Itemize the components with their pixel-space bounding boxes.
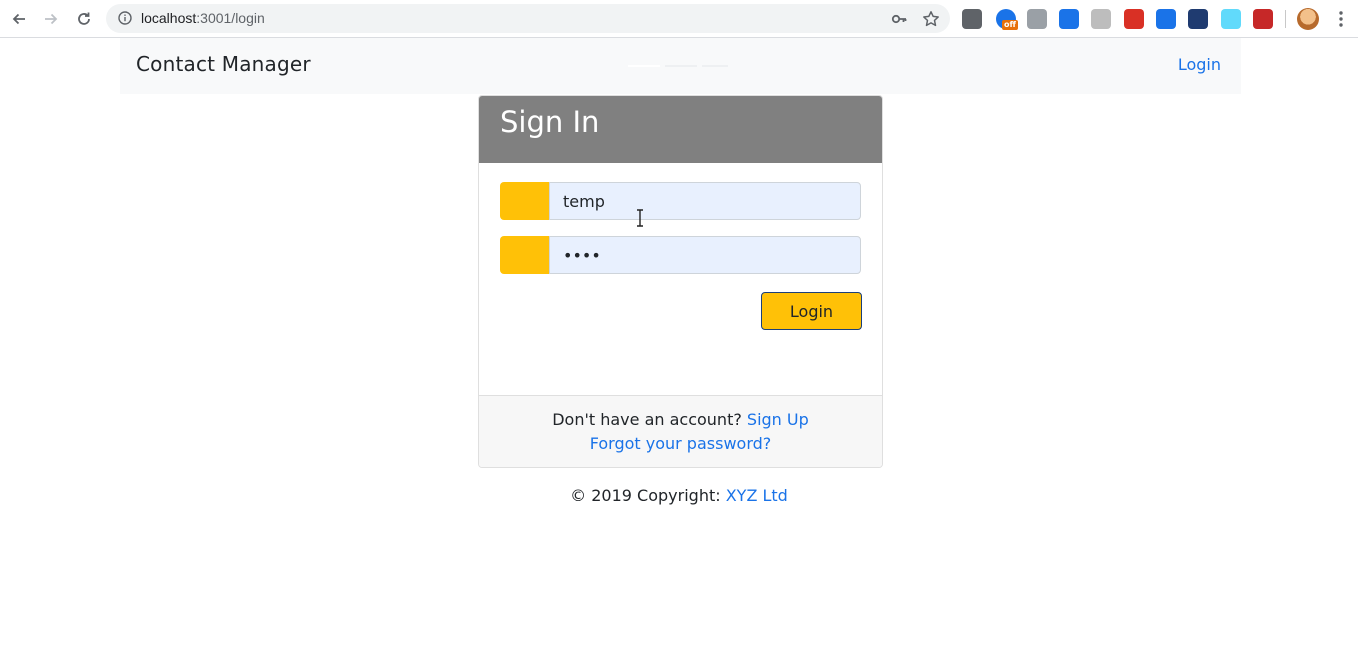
forgot-line: Forgot your password? xyxy=(479,434,882,453)
nav-login-link[interactable]: Login xyxy=(1178,55,1221,74)
signup-prompt: Don't have an account? xyxy=(552,410,747,429)
extension-badge: off xyxy=(1002,20,1018,30)
username-addon xyxy=(500,182,550,220)
url-host: localhost xyxy=(141,10,197,26)
react-extension-icon[interactable] xyxy=(1221,9,1241,29)
key-icon[interactable] xyxy=(891,11,907,27)
reload-icon xyxy=(78,12,90,25)
info-icon[interactable] xyxy=(118,11,132,25)
app-navbar: Contact Manager Login xyxy=(120,38,1241,94)
signup-link[interactable]: Sign Up xyxy=(747,410,809,429)
text-cursor-icon xyxy=(637,209,643,227)
card-title: Sign In xyxy=(500,105,600,139)
profile-avatar[interactable] xyxy=(1297,8,1319,30)
menu-kebab-icon[interactable] xyxy=(1331,10,1351,28)
nav-divider xyxy=(628,65,660,67)
address-bar[interactable]: localhost:3001/login xyxy=(106,4,950,33)
password-field[interactable] xyxy=(549,236,861,274)
signup-line: Don't have an account? Sign Up xyxy=(479,410,882,429)
card-footer: Don't have an account? Sign Up Forgot yo… xyxy=(479,395,882,467)
toolbar-separator xyxy=(1285,10,1286,28)
browser-toolbar: localhost:3001/login off xyxy=(0,0,1358,38)
password-addon xyxy=(500,236,550,274)
nav-divider xyxy=(665,65,697,67)
edge-off-extension-icon[interactable]: off xyxy=(996,9,1018,30)
forward-button[interactable] xyxy=(39,7,63,31)
brand-title[interactable]: Contact Manager xyxy=(136,52,311,76)
forgot-password-link[interactable]: Forgot your password? xyxy=(590,434,772,453)
power-extension-icon[interactable] xyxy=(1027,9,1047,29)
bookmark-star-icon[interactable] xyxy=(922,10,940,28)
username-field[interactable] xyxy=(549,182,861,220)
company-link[interactable]: XYZ Ltd xyxy=(726,486,788,505)
copyright-text: © 2019 Copyright: xyxy=(570,486,726,505)
reload-button[interactable] xyxy=(72,7,96,31)
password-group xyxy=(500,236,861,274)
cube-extension-icon[interactable] xyxy=(1156,9,1176,29)
red-tool-extension-icon[interactable] xyxy=(1253,9,1273,29)
shield-extension-icon[interactable] xyxy=(1124,9,1144,29)
nav-divider xyxy=(702,65,728,67)
signin-card: Sign In Login Don't have an account? Sig… xyxy=(478,95,883,468)
window-extension-icon[interactable] xyxy=(1059,9,1079,29)
monitor-extension-icon[interactable] xyxy=(1188,9,1208,29)
copyright: © 2019 Copyright: XYZ Ltd xyxy=(0,486,1358,505)
url-path: :3001/login xyxy=(196,10,265,26)
card-header: Sign In xyxy=(479,96,882,163)
back-button[interactable] xyxy=(7,7,31,31)
puzzle-extension-icon[interactable] xyxy=(1091,9,1111,29)
arrow-left-icon xyxy=(12,13,25,25)
username-group xyxy=(500,182,861,220)
login-button[interactable]: Login xyxy=(761,292,862,330)
settings-extension-icon[interactable] xyxy=(962,9,982,29)
url-text[interactable]: localhost:3001/login xyxy=(141,10,265,26)
arrow-right-icon xyxy=(45,13,58,25)
